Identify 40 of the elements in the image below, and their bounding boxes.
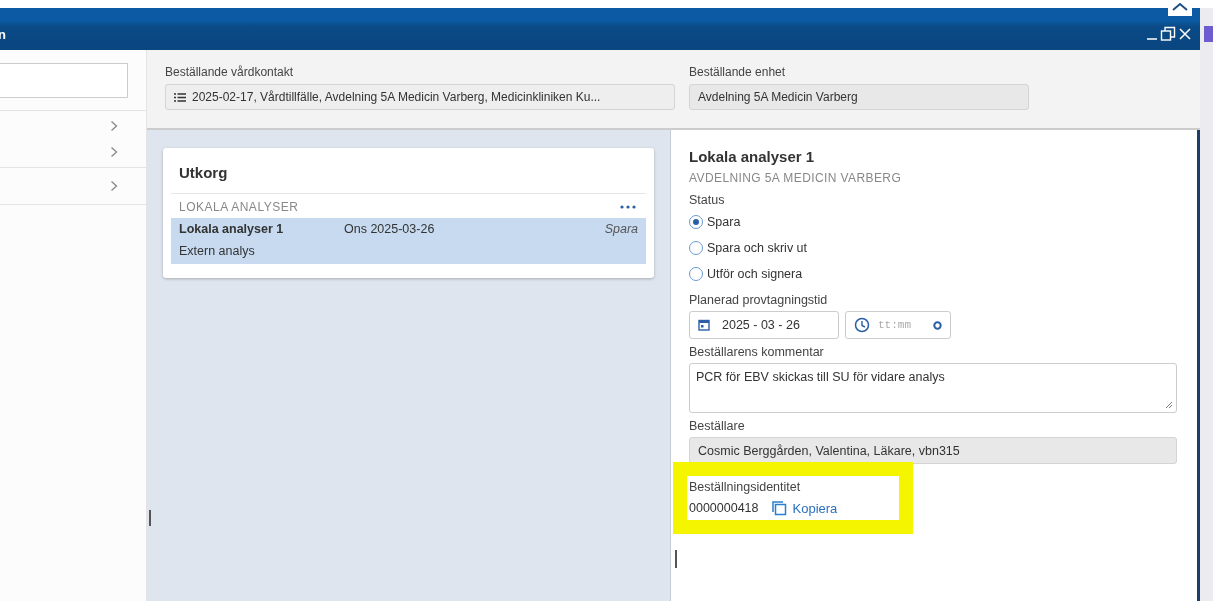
- clock-icon: [854, 317, 870, 333]
- copy-link[interactable]: Kopiera: [770, 500, 838, 516]
- orderer-field: Cosmic Berggården, Valentina, Läkare, vbn315: [689, 437, 1177, 464]
- detail-subtitle: AVDELNING 5A MEDICIN VARBERG: [689, 171, 902, 185]
- resize-grip-icon: [1165, 401, 1173, 409]
- detail-title: Lokala analyser 1: [689, 148, 815, 165]
- unit-field: Avdelning 5A Medicin Varberg: [689, 84, 1029, 110]
- field-label: Beställande enhet: [689, 65, 787, 79]
- comment-field[interactable]: PCR för EBV skickas till SU för vidare analys: [689, 363, 1177, 413]
- order-status: Spara: [604, 222, 638, 236]
- status-radio[interactable]: Spara: [689, 209, 741, 235]
- date-field[interactable]: 2025 - 03 - 26: [689, 311, 839, 339]
- search-field[interactable]: [0, 63, 128, 98]
- window-icon[interactable]: [1168, 0, 1192, 16]
- dot-icon: [933, 320, 942, 330]
- calendar-icon: [698, 319, 710, 331]
- field-label: Beställare: [689, 419, 745, 433]
- restore-icon[interactable]: [1160, 26, 1176, 42]
- field-label: Beställarens kommentar: [689, 345, 824, 359]
- field-label: Status: [689, 193, 725, 207]
- field-label: Beställande vårdkontakt: [165, 65, 295, 79]
- group-heading: LOKALA ANALYSER: [179, 200, 299, 214]
- order-row[interactable]: Lokala analyser 1 Ons 2025-03-26 Spara Extern analys: [171, 218, 646, 264]
- status-radio[interactable]: Spara och skriv ut: [689, 235, 808, 261]
- order-name: Lokala analyser 1: [179, 222, 285, 236]
- card-title: Utkorg: [171, 160, 646, 194]
- order-detail: Extern analys: [179, 244, 256, 258]
- chevron-right-icon: [110, 120, 118, 132]
- chevron-right-icon: [110, 146, 118, 158]
- order-id: 0000000418: [689, 501, 759, 515]
- copy-icon: [770, 500, 787, 516]
- order-date: Ons 2025-03-26: [344, 222, 436, 236]
- contact-field[interactable]: 2025-02-17, Vårdtillfälle, Avdelning 5A Medicin Varberg, Medicinkliniken Ku...: [165, 84, 675, 110]
- field-label: Beställningsidentitet: [689, 480, 802, 494]
- chevron-right-icon: [110, 180, 118, 192]
- field-label: Planerad provtagningstid: [689, 293, 828, 307]
- list-icon: [174, 92, 186, 102]
- status-radio[interactable]: Utför och signera: [689, 261, 803, 287]
- close-icon[interactable]: [1178, 27, 1192, 41]
- more-icon[interactable]: [620, 205, 636, 209]
